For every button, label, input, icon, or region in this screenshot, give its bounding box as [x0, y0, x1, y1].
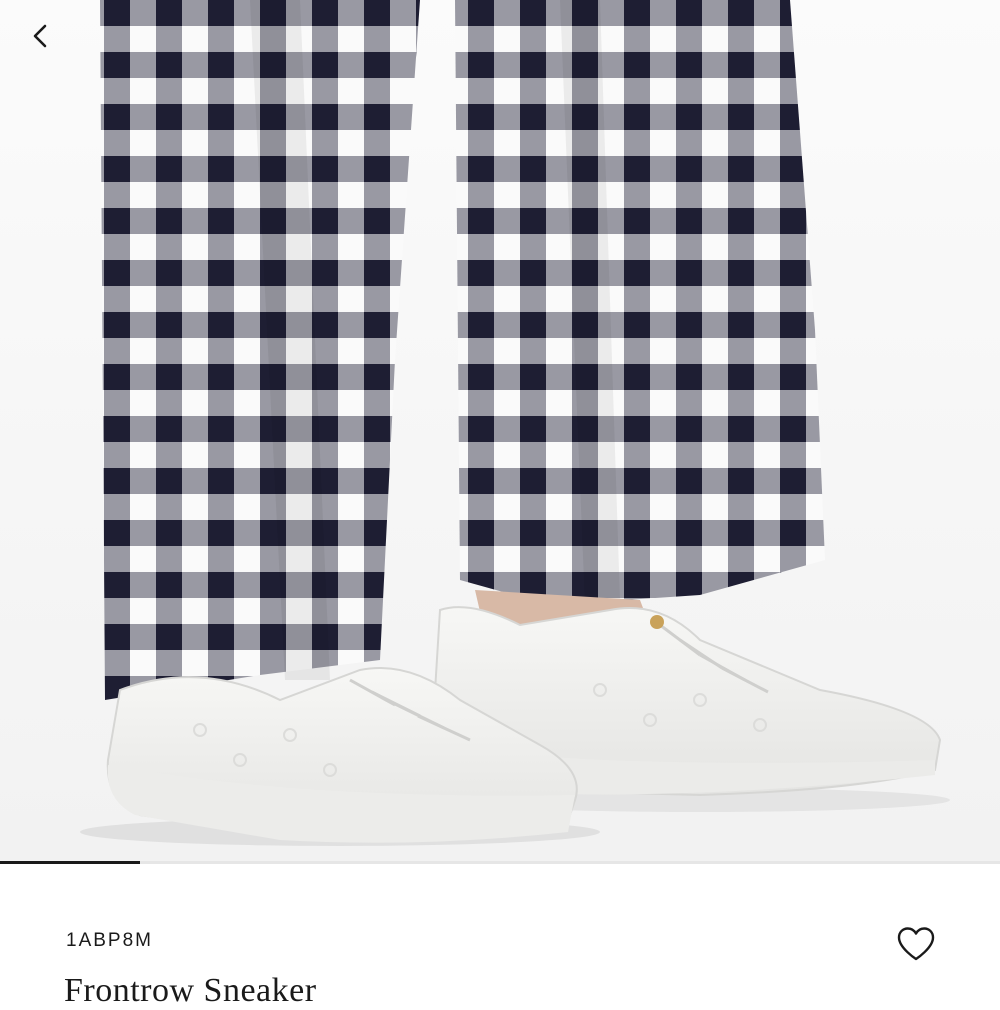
wishlist-button[interactable] — [892, 920, 940, 968]
chevron-left-icon — [33, 24, 47, 48]
product-info: 1ABP8M Frontrow Sneaker — [0, 864, 1000, 1009]
product-photo — [80, 0, 950, 846]
product-title: Frontrow Sneaker — [64, 972, 317, 1009]
product-image-gallery[interactable] — [0, 0, 1000, 862]
heart-outline-icon — [897, 927, 935, 961]
product-sku: 1ABP8M — [66, 930, 153, 951]
back-button[interactable] — [30, 22, 74, 66]
